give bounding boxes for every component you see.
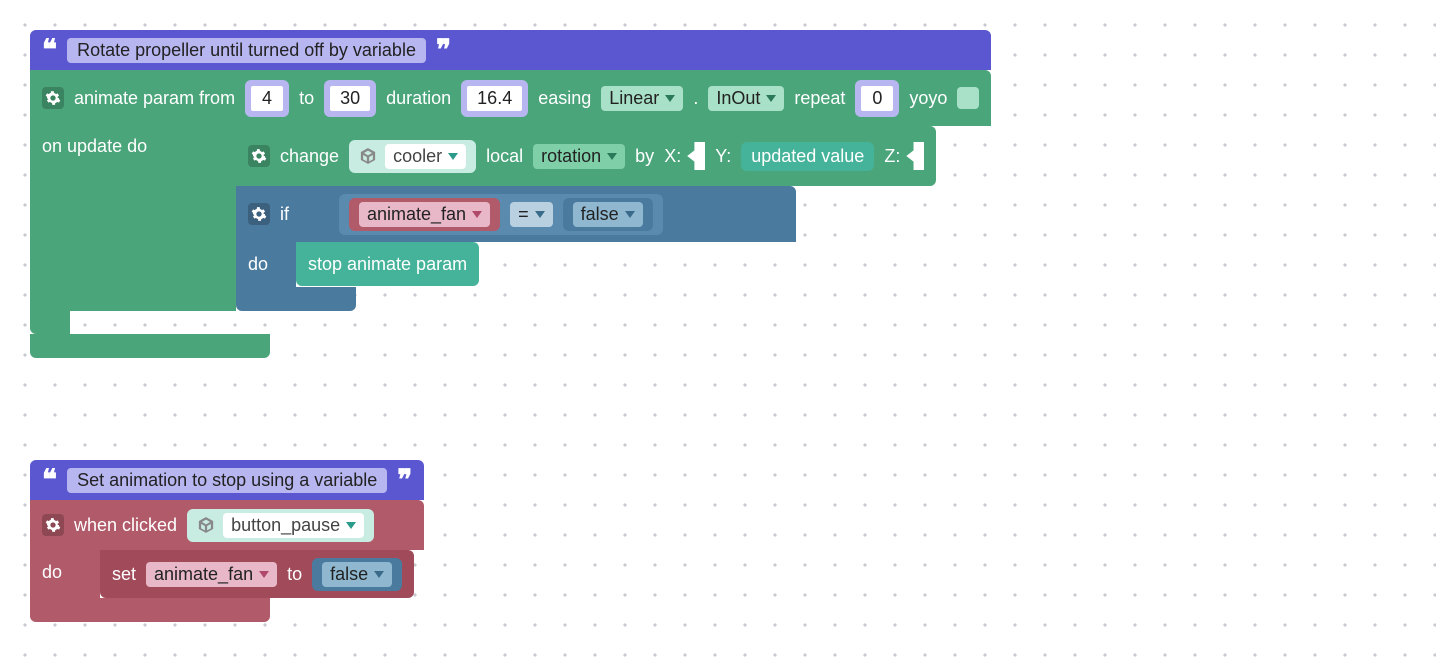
duration-input[interactable]: 16.4	[465, 84, 524, 113]
gear-icon[interactable]	[42, 514, 64, 536]
bool-dropdown[interactable]: false	[573, 202, 643, 227]
easing-dropdown[interactable]: Linear	[601, 86, 683, 111]
to-socket[interactable]: 30	[324, 80, 376, 117]
chevron-down-icon	[374, 571, 384, 578]
if-block-foot	[236, 287, 356, 311]
chevron-down-icon	[448, 153, 458, 160]
bool-dropdown[interactable]: false	[322, 562, 392, 587]
repeat-socket[interactable]: 0	[855, 80, 899, 117]
cube-icon	[359, 147, 377, 165]
cube-icon	[197, 516, 215, 534]
quote-open-icon: ❝	[42, 466, 57, 494]
label: .	[693, 88, 698, 109]
block-stack-2[interactable]: ❝ Set animation to stop using a variable…	[30, 460, 424, 622]
label: easing	[538, 88, 591, 109]
label: repeat	[794, 88, 845, 109]
gear-icon[interactable]	[248, 203, 270, 225]
yoyo-checkbox[interactable]	[957, 87, 979, 109]
object-socket[interactable]: button_pause	[187, 509, 374, 542]
comment-block[interactable]: ❝ Set animation to stop using a variable…	[30, 460, 424, 500]
from-input[interactable]: 4	[249, 84, 285, 113]
repeat-input[interactable]: 0	[859, 84, 895, 113]
when-clicked-block[interactable]: when clicked button_pause	[30, 500, 424, 550]
chevron-down-icon	[607, 153, 617, 160]
to-input[interactable]: 30	[328, 84, 372, 113]
animate-block-bar	[30, 310, 70, 334]
variable-dropdown[interactable]: animate_fan	[359, 202, 490, 227]
stop-animate-block[interactable]: stop animate param	[296, 242, 479, 286]
property-dropdown[interactable]: rotation	[533, 144, 625, 169]
z-socket[interactable]	[906, 142, 924, 170]
y-value-block[interactable]: updated value	[741, 142, 874, 171]
chevron-down-icon	[346, 522, 356, 529]
variable-dropdown[interactable]: animate_fan	[146, 562, 277, 587]
operator-dropdown[interactable]: =	[510, 202, 553, 227]
chevron-down-icon	[625, 211, 635, 218]
label: to	[287, 564, 302, 585]
chevron-down-icon	[472, 211, 482, 218]
bool-block[interactable]: false	[312, 558, 402, 591]
x-socket[interactable]	[687, 142, 705, 170]
gear-icon[interactable]	[42, 87, 64, 109]
label: yoyo	[909, 88, 947, 109]
easing-mode-dropdown[interactable]: InOut	[708, 86, 784, 111]
label: local	[486, 146, 523, 167]
comment-text[interactable]: Rotate propeller until turned off by var…	[67, 38, 426, 63]
label: duration	[386, 88, 451, 109]
quote-close-icon: ❞	[436, 36, 451, 64]
animate-block-foot	[30, 334, 270, 358]
duration-socket[interactable]: 16.4	[461, 80, 528, 117]
label: by	[635, 146, 654, 167]
comment-block[interactable]: ❝ Rotate propeller until turned off by v…	[30, 30, 991, 70]
label: change	[280, 146, 339, 167]
comment-text[interactable]: Set animation to stop using a variable	[67, 468, 387, 493]
event-do-column: do	[30, 550, 100, 598]
label: if	[280, 204, 289, 225]
label: when clicked	[74, 515, 177, 536]
compare-block[interactable]: animate_fan = false	[339, 194, 663, 235]
chevron-down-icon	[535, 211, 545, 218]
object-dropdown[interactable]: cooler	[385, 144, 466, 169]
if-do-column: do	[236, 242, 296, 287]
gear-icon[interactable]	[248, 145, 270, 167]
object-socket[interactable]: cooler	[349, 140, 476, 173]
event-block-foot	[30, 598, 270, 622]
change-block[interactable]: change cooler local rotation by X: Y: up…	[236, 126, 936, 186]
variable-block[interactable]: animate_fan	[349, 198, 500, 231]
chevron-down-icon	[259, 571, 269, 578]
if-block[interactable]: if animate_fan = false	[236, 186, 796, 242]
label: set	[112, 564, 136, 585]
z-label: Z:	[884, 146, 900, 167]
from-socket[interactable]: 4	[245, 80, 289, 117]
x-label: X:	[664, 146, 681, 167]
animate-param-block[interactable]: animate param from 4 to 30 duration 16.4…	[30, 70, 991, 126]
on-update-label-column: on update do	[30, 126, 236, 311]
object-dropdown[interactable]: button_pause	[223, 513, 364, 538]
quote-close-icon: ❞	[397, 466, 412, 494]
label: animate param from	[74, 88, 235, 109]
block-stack-1[interactable]: ❝ Rotate propeller until turned off by v…	[30, 30, 991, 358]
quote-open-icon: ❝	[42, 36, 57, 64]
chevron-down-icon	[665, 95, 675, 102]
chevron-down-icon	[766, 95, 776, 102]
bool-block[interactable]: false	[563, 198, 653, 231]
set-variable-block[interactable]: set animate_fan to false	[100, 550, 414, 598]
label: to	[299, 88, 314, 109]
y-label: Y:	[715, 146, 731, 167]
